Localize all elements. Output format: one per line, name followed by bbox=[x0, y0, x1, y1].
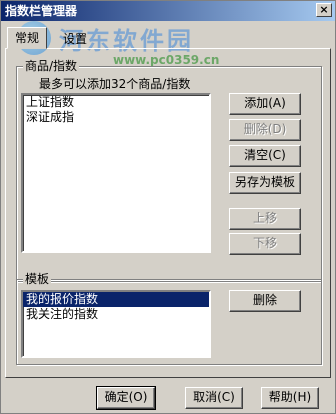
products-list[interactable]: 上证指数 深证成指 bbox=[21, 93, 211, 253]
window-title: 指数栏管理器 bbox=[5, 4, 78, 18]
close-button[interactable]: × bbox=[316, 3, 332, 17]
template-delete-button[interactable]: 删除 bbox=[229, 290, 301, 312]
ok-button[interactable]: 确定(O) bbox=[96, 386, 156, 410]
list-item[interactable]: 深证成指 bbox=[23, 110, 209, 125]
products-group-label: 商品/指数 bbox=[23, 59, 80, 73]
help-button[interactable]: 帮助(H) bbox=[261, 387, 319, 409]
list-item[interactable]: 上证指数 bbox=[23, 95, 209, 110]
products-group: 商品/指数 最多可以添加32个商品/指数 上证指数 深证成指 添加(A) 删除(… bbox=[16, 59, 322, 282]
template-group: 模板 我的报价指数 我关注的指数 删除 bbox=[16, 272, 322, 365]
delete-button[interactable]: 删除(D) bbox=[229, 119, 301, 141]
tab-panel-general: 商品/指数 最多可以添加32个商品/指数 上证指数 深证成指 添加(A) 删除(… bbox=[5, 48, 331, 378]
template-list[interactable]: 我的报价指数 我关注的指数 bbox=[21, 290, 211, 358]
clear-button[interactable]: 清空(C) bbox=[229, 145, 301, 167]
title-bar: 指数栏管理器 × bbox=[1, 1, 335, 21]
list-item[interactable]: 我的报价指数 bbox=[23, 292, 209, 307]
cancel-button[interactable]: 取消(C) bbox=[185, 387, 243, 409]
tab-settings[interactable]: 设置 bbox=[55, 29, 95, 49]
template-group-label: 模板 bbox=[23, 272, 52, 286]
add-button[interactable]: 添加(A) bbox=[229, 93, 301, 115]
index-bar-manager-window: 指数栏管理器 × 河东软件园 www.pc0359.cn 常规 设置 商品/指数… bbox=[0, 0, 336, 414]
move-down-button[interactable]: 下移 bbox=[229, 233, 301, 255]
tab-general[interactable]: 常规 bbox=[7, 27, 47, 49]
products-hint: 最多可以添加32个商品/指数 bbox=[39, 77, 191, 91]
move-up-button[interactable]: 上移 bbox=[229, 208, 301, 230]
list-item[interactable]: 我关注的指数 bbox=[23, 307, 209, 322]
save-as-template-button[interactable]: 另存为模板 bbox=[229, 172, 301, 194]
